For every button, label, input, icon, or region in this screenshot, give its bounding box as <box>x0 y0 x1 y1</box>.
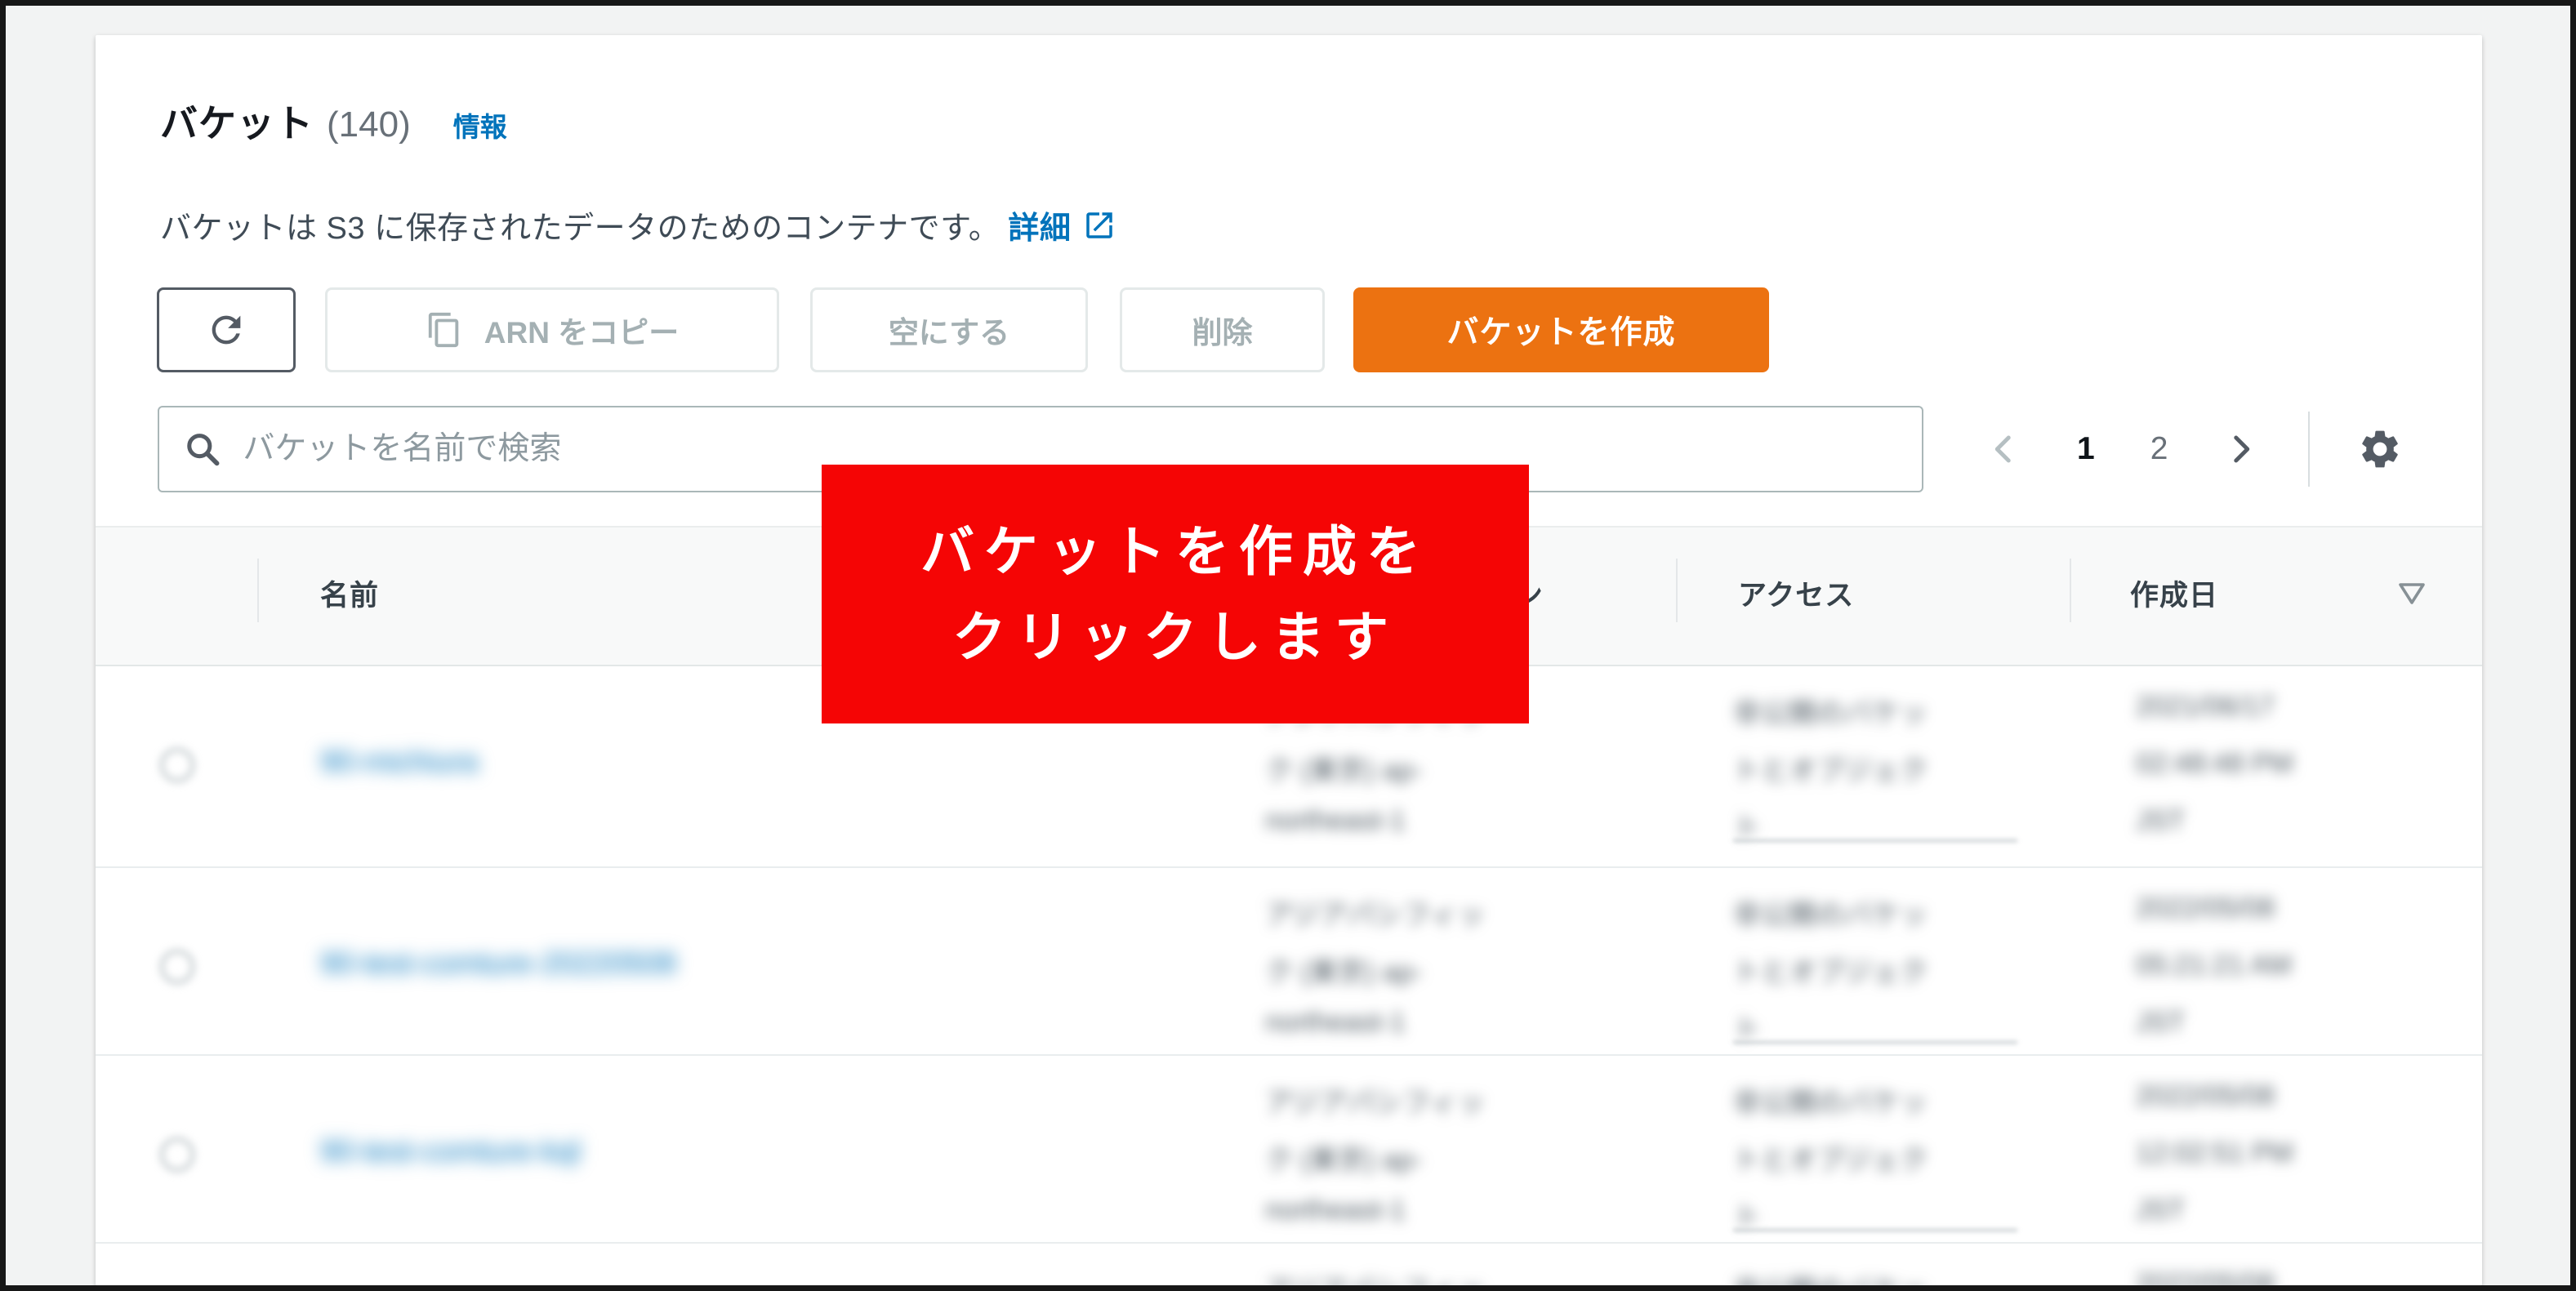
sort-descending-icon[interactable] <box>2396 578 2428 611</box>
bucket-name-link[interactable]: 90-test-comture-kql <box>320 1134 581 1169</box>
table-row[interactable]: 90-test-comture-kql アジアパシフィック (東京) ap-no… <box>96 1056 2482 1244</box>
bucket-count: (140) <box>327 105 411 145</box>
bucket-radio[interactable] <box>160 950 194 984</box>
prev-page-icon[interactable] <box>1987 432 2021 466</box>
instruction-line-1: バケットを作成を <box>920 509 1430 594</box>
empty-bucket-button[interactable]: 空にする <box>810 287 1088 372</box>
search-input[interactable] <box>243 431 1897 467</box>
external-link-icon <box>1082 208 1116 243</box>
delete-label: 削除 <box>1192 308 1253 352</box>
column-divider <box>2070 559 2071 622</box>
page-title: バケット <box>160 94 314 148</box>
instruction-line-2: クリックします <box>952 594 1398 680</box>
copy-arn-button[interactable]: ARN をコピー <box>325 287 779 372</box>
create-bucket-button[interactable]: バケットを作成 <box>1353 287 1769 372</box>
bucket-name-link[interactable]: 90-test-comture-20220508 <box>320 946 676 981</box>
column-header-created[interactable]: 作成日 <box>2130 572 2218 614</box>
pagination: 1 2 <box>1987 412 2403 487</box>
table-row[interactable]: 90-test-comture-20220508 アジアパシフィック (東京) … <box>96 868 2482 1056</box>
panel-description: バケットは S3 に保存されたデータのためのコンテナです。 詳細 <box>160 203 1116 247</box>
refresh-button[interactable] <box>157 287 296 372</box>
info-link[interactable]: 情報 <box>453 105 507 145</box>
column-header-access[interactable]: アクセス <box>1738 572 1854 614</box>
search-icon <box>184 430 221 469</box>
access-tooltip-underline <box>1733 1041 2017 1044</box>
column-header-name[interactable]: 名前 <box>320 572 379 614</box>
settings-gear-icon[interactable] <box>2357 426 2403 472</box>
bucket-radio[interactable] <box>160 1137 194 1172</box>
table-row[interactable]: アジアパシフィック (東京) ap-northeast-1 非公開のバケットとオ… <box>96 1244 2482 1285</box>
refresh-icon <box>205 309 247 351</box>
next-page-icon[interactable] <box>2223 432 2257 466</box>
column-divider <box>1676 559 1678 622</box>
copy-icon <box>426 311 463 349</box>
page-1[interactable]: 1 <box>2077 431 2095 467</box>
pager-divider <box>2308 412 2310 487</box>
instruction-overlay: バケットを作成を クリックします <box>822 465 1529 723</box>
toolbar: ARN をコピー 空にする 削除 バケットを作成 <box>157 287 1769 372</box>
create-bucket-label: バケットを作成 <box>1446 307 1675 353</box>
learn-more-link[interactable]: 詳細 <box>1008 203 1071 247</box>
access-tooltip-underline <box>1733 839 2017 842</box>
bucket-radio[interactable] <box>160 748 194 782</box>
description-text: バケットは S3 に保存されたデータのためのコンテナです。 <box>160 203 1000 247</box>
delete-button[interactable]: 削除 <box>1120 287 1325 372</box>
panel-header: バケット (140) 情報 <box>160 94 507 148</box>
empty-bucket-label: 空にする <box>889 308 1009 352</box>
access-tooltip-underline <box>1733 1229 2017 1231</box>
column-divider <box>257 559 259 622</box>
bucket-name-link[interactable]: 90-michiura <box>320 745 478 779</box>
copy-arn-label: ARN をコピー <box>484 308 679 352</box>
page-2[interactable]: 2 <box>2150 431 2168 467</box>
